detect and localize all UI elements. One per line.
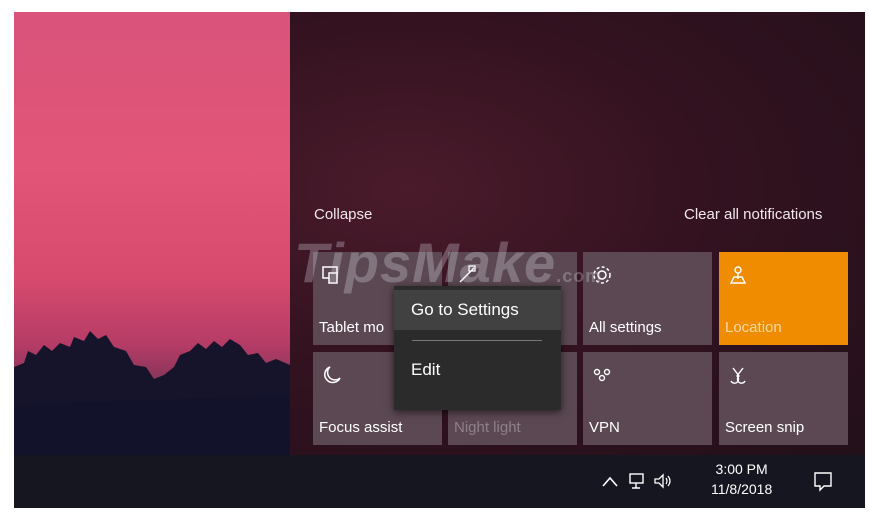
clock-date: 11/8/2018 xyxy=(711,481,773,497)
chevron-up-icon[interactable] xyxy=(600,472,620,492)
tile-label: Screen snip xyxy=(725,419,805,436)
network-icon xyxy=(459,265,476,283)
tile-location[interactable]: Location xyxy=(719,252,848,345)
menu-separator xyxy=(412,340,542,341)
tile-screen-snip[interactable]: Screen snip xyxy=(719,352,848,445)
tile-all-settings[interactable]: All settings xyxy=(583,252,712,345)
volume-icon[interactable] xyxy=(653,471,673,491)
desktop-wallpaper xyxy=(14,12,290,455)
clock-time: 3:00 PM xyxy=(715,461,768,477)
tile-vpn[interactable]: VPN xyxy=(583,352,712,445)
tile-label: VPN xyxy=(589,419,620,436)
taskbar: 3:00 PM 11/8/2018 xyxy=(14,455,865,508)
tile-label: All settings xyxy=(589,319,662,336)
menu-item-go-to-settings[interactable]: Go to Settings xyxy=(394,290,561,330)
menu-item-edit[interactable]: Edit xyxy=(394,350,561,390)
collapse-link[interactable]: Collapse xyxy=(314,206,372,223)
network-icon[interactable] xyxy=(628,471,648,491)
clear-all-notifications-link[interactable]: Clear all notifications xyxy=(684,206,822,223)
tree-silhouette-icon xyxy=(14,331,290,455)
location-icon xyxy=(729,266,747,284)
gear-icon xyxy=(593,266,611,284)
tile-label: Focus assist xyxy=(319,419,403,436)
moon-icon xyxy=(324,366,341,384)
vpn-icon xyxy=(593,368,611,382)
context-menu: Go to Settings Edit xyxy=(394,286,561,410)
screen-snip-icon xyxy=(730,367,746,384)
tile-label: Night light xyxy=(454,419,521,436)
tablet-mode-icon xyxy=(322,266,338,284)
action-center-panel: Collapse Clear all notifications Tablet … xyxy=(290,12,865,455)
tile-label: Location xyxy=(725,319,782,336)
clock[interactable]: 3:00 PM 11/8/2018 xyxy=(711,459,772,499)
screenshot-frame: Collapse Clear all notifications Tablet … xyxy=(14,12,865,508)
action-center-icon[interactable] xyxy=(812,470,834,492)
tile-label: Tablet mo xyxy=(319,319,385,336)
